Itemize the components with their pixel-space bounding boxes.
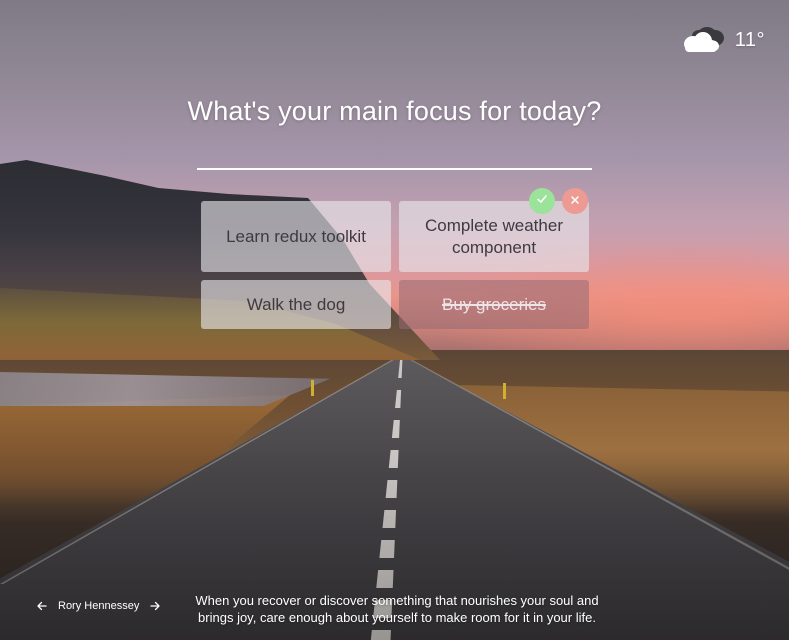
task-card-completed[interactable]: Buy groceries [399, 280, 589, 329]
complete-task-button[interactable] [529, 188, 555, 214]
photo-author[interactable]: Rory Hennessey [58, 600, 139, 612]
focus-question: What's your main focus for today? [187, 96, 602, 126]
check-icon [536, 192, 548, 210]
task-card[interactable]: Learn redux toolkit [201, 201, 391, 272]
task-label: Buy groceries [442, 294, 546, 314]
task-label: Complete weather component [425, 215, 563, 257]
arrow-left-icon[interactable] [36, 600, 48, 612]
arrow-right-icon[interactable] [149, 600, 161, 612]
task-label: Learn redux toolkit [226, 226, 366, 246]
task-card[interactable]: Walk the dog [201, 280, 391, 329]
photo-credit: Rory Hennessey [36, 600, 161, 612]
task-label: Walk the dog [246, 294, 346, 314]
cloud-icon [677, 22, 727, 59]
task-card[interactable]: Complete weather component [399, 201, 589, 272]
close-icon [570, 192, 580, 210]
weather-widget[interactable]: 11° [677, 22, 765, 59]
delete-task-button[interactable] [562, 188, 588, 214]
temperature: 11° [734, 29, 765, 51]
focus-input[interactable] [197, 138, 592, 170]
daily-quote: When you recover or discover something t… [195, 593, 599, 625]
